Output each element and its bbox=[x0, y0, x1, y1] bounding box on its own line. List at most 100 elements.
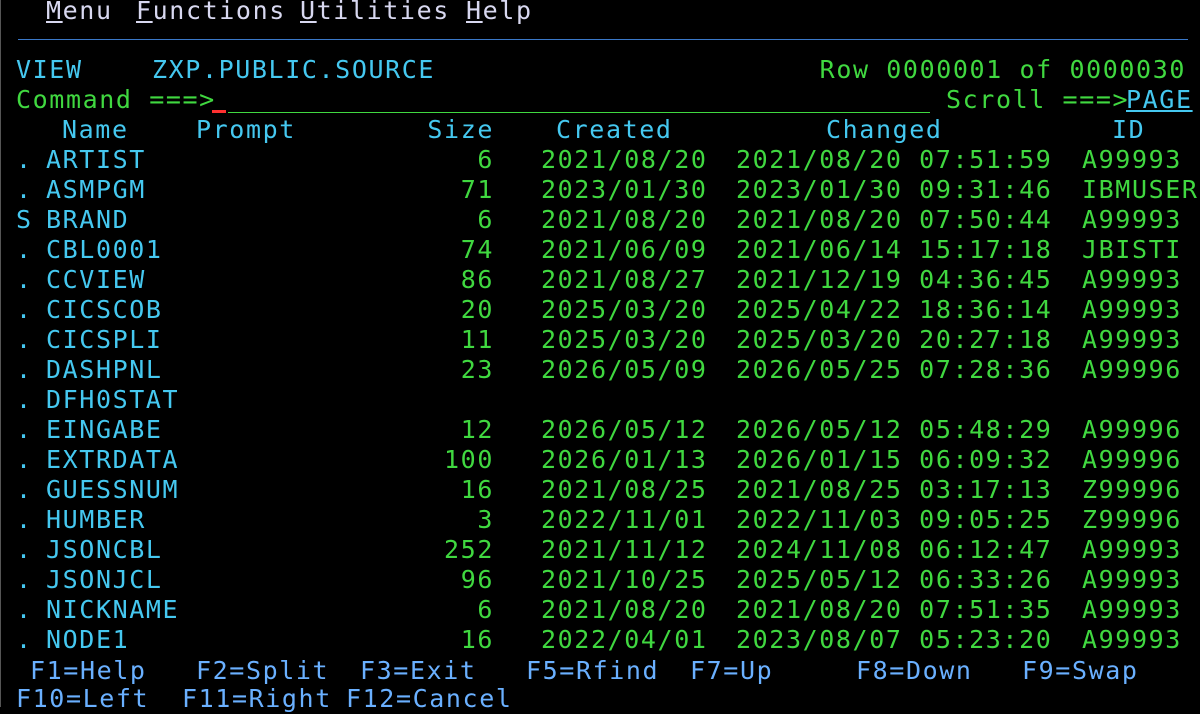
member-size: 74 bbox=[460, 235, 494, 264]
menu-label-rest: enu bbox=[62, 0, 113, 25]
function-key-f12[interactable]: F12=Cancel bbox=[346, 684, 513, 714]
line-command-field[interactable]: . bbox=[16, 505, 33, 535]
member-name[interactable]: BRAND bbox=[46, 205, 129, 235]
menu-item-menu[interactable]: Menu bbox=[46, 0, 113, 26]
member-id: IBMUSER bbox=[1082, 175, 1199, 204]
command-input-underline bbox=[228, 112, 930, 113]
line-command-field[interactable]: . bbox=[16, 265, 33, 295]
member-name[interactable]: DASHPNL bbox=[46, 355, 163, 385]
line-command-field[interactable]: . bbox=[16, 565, 33, 595]
member-created: 2021/06/09 bbox=[541, 235, 708, 264]
member-changed: 2022/11/03 09:05:25 bbox=[736, 505, 1053, 534]
member-created: 2022/04/01 bbox=[541, 625, 708, 654]
member-name[interactable]: HUMBER bbox=[46, 505, 146, 535]
member-id: A99993 bbox=[1082, 565, 1182, 594]
member-id: A99993 bbox=[1082, 625, 1182, 654]
member-name[interactable]: EINGABE bbox=[46, 415, 163, 445]
member-created: 2023/01/30 bbox=[541, 175, 708, 204]
member-size: 20 bbox=[460, 295, 494, 324]
scroll-amount-field[interactable]: PAGE bbox=[1126, 85, 1193, 115]
member-created: 2021/11/12 bbox=[541, 535, 708, 564]
function-key-f9[interactable]: F9=Swap bbox=[1022, 656, 1139, 686]
menu-hotkey: H bbox=[466, 0, 483, 25]
member-created: 2025/03/20 bbox=[541, 325, 708, 354]
line-command-field[interactable]: . bbox=[16, 295, 33, 325]
member-created: 2025/03/20 bbox=[541, 295, 708, 324]
member-size: 6 bbox=[477, 145, 494, 174]
line-command-field[interactable]: . bbox=[16, 595, 33, 625]
line-command-field[interactable]: . bbox=[16, 385, 33, 415]
member-created: 2026/01/13 bbox=[541, 445, 708, 474]
function-key-f11[interactable]: F11=Right bbox=[182, 684, 332, 714]
member-name[interactable]: CICSPLI bbox=[46, 325, 163, 355]
function-key-f8[interactable]: F8=Down bbox=[856, 656, 973, 686]
member-changed: 2021/08/20 07:51:59 bbox=[736, 145, 1053, 174]
member-size: 12 bbox=[460, 415, 494, 444]
line-command-field[interactable]: . bbox=[16, 475, 33, 505]
text-cursor bbox=[212, 110, 226, 113]
line-command-field[interactable]: . bbox=[16, 355, 33, 385]
menu-label-rest: elp bbox=[482, 0, 533, 25]
member-name[interactable]: ASMPGM bbox=[46, 175, 146, 205]
member-name[interactable]: JSONCBL bbox=[46, 535, 163, 565]
col-header-size: Size bbox=[427, 115, 494, 144]
col-header-prompt: Prompt bbox=[196, 115, 296, 144]
member-name[interactable]: NODE1 bbox=[46, 625, 129, 655]
member-created: 2021/08/25 bbox=[541, 475, 708, 504]
window-border bbox=[0, 0, 1, 707]
member-id: A99993 bbox=[1082, 205, 1182, 234]
line-command-field[interactable]: . bbox=[16, 415, 33, 445]
menu-item-utilities[interactable]: Utilities bbox=[300, 0, 450, 26]
function-key-f7[interactable]: F7=Up bbox=[690, 656, 773, 686]
line-command-field[interactable]: . bbox=[16, 235, 33, 265]
member-size: 252 bbox=[444, 535, 494, 564]
member-name[interactable]: CBL0001 bbox=[46, 235, 163, 265]
member-size: 3 bbox=[477, 505, 494, 534]
line-command-field[interactable]: . bbox=[16, 325, 33, 355]
member-id: A99993 bbox=[1082, 145, 1182, 174]
member-id: A99993 bbox=[1082, 265, 1182, 294]
function-key-f1[interactable]: F1=Help bbox=[30, 656, 147, 686]
member-created: 2021/10/25 bbox=[541, 565, 708, 594]
member-name[interactable]: EXTRDATA bbox=[46, 445, 179, 475]
member-created: 2021/08/20 bbox=[541, 205, 708, 234]
function-key-f3[interactable]: F3=Exit bbox=[360, 656, 477, 686]
function-key-f10[interactable]: F10=Left bbox=[16, 684, 149, 714]
member-changed: 2026/05/12 05:48:29 bbox=[736, 415, 1053, 444]
dataset-name: ZXP.PUBLIC.SOURCE bbox=[152, 55, 436, 84]
line-command-field[interactable]: S bbox=[16, 205, 33, 235]
member-size: 6 bbox=[477, 205, 494, 234]
line-command-field[interactable]: . bbox=[16, 145, 33, 175]
member-changed: 2025/05/12 06:33:26 bbox=[736, 565, 1053, 594]
member-changed: 2026/01/15 06:09:32 bbox=[736, 445, 1053, 474]
member-changed: 2021/08/25 03:17:13 bbox=[736, 475, 1053, 504]
function-key-f5[interactable]: F5=Rfind bbox=[526, 656, 659, 686]
member-changed: 2021/08/20 07:51:35 bbox=[736, 595, 1053, 624]
member-name[interactable]: CCVIEW bbox=[46, 265, 146, 295]
col-header-changed: Changed bbox=[826, 115, 943, 144]
line-command-field[interactable]: . bbox=[16, 625, 33, 655]
line-command-field[interactable]: . bbox=[16, 535, 33, 565]
line-command-field[interactable]: . bbox=[16, 445, 33, 475]
member-id: Z99996 bbox=[1082, 505, 1182, 534]
member-name[interactable]: CICSCOB bbox=[46, 295, 163, 325]
member-changed: 2023/08/07 05:23:20 bbox=[736, 625, 1053, 654]
menu-label-rest: unctions bbox=[152, 0, 286, 25]
member-name[interactable]: ARTIST bbox=[46, 145, 146, 175]
member-changed: 2023/01/30 09:31:46 bbox=[736, 175, 1053, 204]
menu-item-functions[interactable]: Functions bbox=[136, 0, 286, 26]
member-id: Z99996 bbox=[1082, 475, 1182, 504]
member-name[interactable]: DFH0STAT bbox=[46, 385, 179, 415]
member-size: 86 bbox=[460, 265, 494, 294]
member-changed: 2021/12/19 04:36:45 bbox=[736, 265, 1053, 294]
function-key-f2[interactable]: F2=Split bbox=[196, 656, 329, 686]
menu-item-help[interactable]: Help bbox=[466, 0, 533, 26]
line-command-field[interactable]: . bbox=[16, 175, 33, 205]
col-header-id: ID bbox=[1112, 115, 1146, 144]
member-created: 2022/11/01 bbox=[541, 505, 708, 534]
member-name[interactable]: JSONJCL bbox=[46, 565, 163, 595]
member-name[interactable]: NICKNAME bbox=[46, 595, 179, 625]
member-changed: 2021/08/20 07:50:44 bbox=[736, 205, 1053, 234]
member-id: A99996 bbox=[1082, 415, 1182, 444]
member-name[interactable]: GUESSNUM bbox=[46, 475, 179, 505]
